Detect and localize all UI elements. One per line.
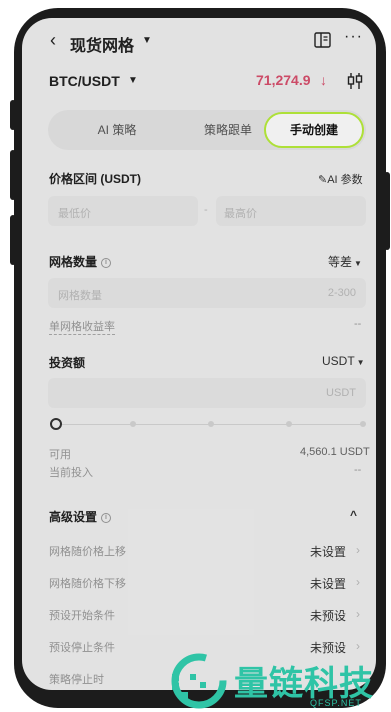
grid-count-label: 网格数量 i bbox=[49, 253, 112, 270]
investment-currency-selector[interactable]: USDT ▼ bbox=[322, 354, 365, 368]
strategy-tabs: AI 策略 策略跟单 手动创建 bbox=[48, 110, 366, 150]
investment-input-suffix: USDT bbox=[326, 387, 356, 399]
grid-count-input[interactable]: 网格数量 2-300 bbox=[48, 278, 366, 308]
chevron-right-icon: › bbox=[356, 639, 360, 653]
last-price: 71,274.9 bbox=[256, 72, 311, 88]
advanced-settings-label-text: 高级设置 bbox=[49, 510, 98, 524]
range-separator: - bbox=[204, 204, 208, 216]
tab-ai-strategy[interactable]: AI 策略 bbox=[82, 110, 152, 150]
slider-tick[interactable] bbox=[286, 421, 292, 427]
more-icon[interactable]: ··· bbox=[344, 28, 363, 46]
watermark-subtext: QFSP.NET bbox=[310, 698, 362, 708]
ai-params-label: AI 参数 bbox=[327, 174, 363, 186]
tab-manual-create[interactable]: 手动创建 bbox=[264, 112, 364, 148]
caret-down-icon: ▼ bbox=[354, 259, 362, 268]
ai-params-link[interactable]: ✎AI 参数 bbox=[318, 171, 363, 187]
pair-row: BTC/USDT ▼ 71,274.9 ↓ bbox=[22, 70, 376, 96]
grid-count-range-hint: 2-300 bbox=[327, 287, 356, 299]
tab-copy-strategy[interactable]: 策略跟单 bbox=[188, 110, 268, 150]
current-input-value: -- bbox=[354, 464, 362, 476]
advanced-row-label: 网格随价格下移 bbox=[49, 578, 126, 590]
investment-label: 投资额 bbox=[49, 356, 86, 370]
caret-down-icon: ▼ bbox=[356, 358, 365, 367]
candlestick-icon[interactable] bbox=[346, 72, 364, 90]
investment-slider-thumb[interactable] bbox=[50, 418, 62, 430]
advanced-row-value: 未设置 bbox=[310, 577, 347, 591]
advanced-row-value: 未设置 bbox=[310, 545, 347, 559]
nav-bar: ‹ 现货网格 ▼ ··· bbox=[22, 26, 376, 58]
grid-mode-selector[interactable]: 等差 ▼ bbox=[328, 253, 362, 270]
advanced-row-label: 策略停止时 bbox=[49, 674, 104, 686]
chevron-up-icon[interactable]: ^ bbox=[350, 508, 357, 522]
phone-side-button-left-3 bbox=[10, 215, 16, 265]
min-price-placeholder: 最低价 bbox=[58, 208, 91, 220]
advanced-row-label: 预设开始条件 bbox=[49, 610, 115, 622]
grid-count-placeholder: 网格数量 bbox=[58, 290, 102, 302]
available-label: 可用 bbox=[49, 449, 71, 461]
chevron-right-icon: › bbox=[356, 543, 360, 557]
phone-side-button-left-2 bbox=[10, 150, 16, 200]
current-input-label: 当前投入 bbox=[49, 467, 93, 479]
watermark: 量链科技 QFSP.NET bbox=[170, 652, 391, 712]
arrow-down-icon: ↓ bbox=[320, 72, 327, 88]
min-price-input[interactable]: 最低价 bbox=[48, 196, 198, 226]
caret-down-icon[interactable]: ▼ bbox=[142, 35, 152, 46]
slider-tick[interactable] bbox=[360, 421, 366, 427]
advanced-row-value: 未预设 bbox=[310, 609, 347, 623]
yield-per-grid-value: -- bbox=[354, 318, 362, 330]
investment-currency: USDT bbox=[322, 354, 355, 368]
chevron-right-icon: › bbox=[356, 607, 360, 621]
price-range-label: 价格区间 (USDT) bbox=[49, 172, 141, 186]
info-icon[interactable]: i bbox=[101, 512, 112, 523]
chevron-left-icon[interactable]: ‹ bbox=[50, 30, 56, 51]
caret-down-icon[interactable]: ▼ bbox=[128, 75, 138, 86]
book-icon[interactable] bbox=[314, 32, 331, 48]
phone-side-button-left-1 bbox=[10, 100, 16, 130]
info-icon[interactable]: i bbox=[101, 257, 112, 268]
app-screen: ‹ 现货网格 ▼ ··· BTC/USDT ▼ 71,274.9 ↓ AI 策略… bbox=[22, 18, 376, 690]
advanced-row-label: 网格随价格上移 bbox=[49, 546, 126, 558]
investment-input[interactable]: USDT bbox=[48, 378, 366, 408]
chevron-right-icon: › bbox=[356, 575, 360, 589]
grid-mode-value: 等差 bbox=[328, 255, 353, 269]
watermark-logo bbox=[171, 653, 227, 709]
max-price-input[interactable]: 最高价 bbox=[216, 196, 366, 226]
phone-side-button-right bbox=[384, 172, 390, 250]
slider-tick[interactable] bbox=[130, 421, 136, 427]
yield-per-grid-label[interactable]: 单网格收益率 bbox=[49, 318, 115, 335]
grid-count-label-text: 网格数量 bbox=[49, 255, 98, 269]
page-title[interactable]: 现货网格 bbox=[70, 32, 134, 56]
available-value: 4,560.1 USDT bbox=[300, 446, 370, 458]
slider-tick[interactable] bbox=[208, 421, 214, 427]
advanced-settings-label[interactable]: 高级设置 i bbox=[49, 508, 112, 525]
max-price-placeholder: 最高价 bbox=[224, 208, 257, 220]
advanced-row-label: 预设停止条件 bbox=[49, 642, 115, 654]
pair-selector[interactable]: BTC/USDT bbox=[49, 73, 120, 89]
edit-icon: ✎ bbox=[318, 174, 328, 186]
